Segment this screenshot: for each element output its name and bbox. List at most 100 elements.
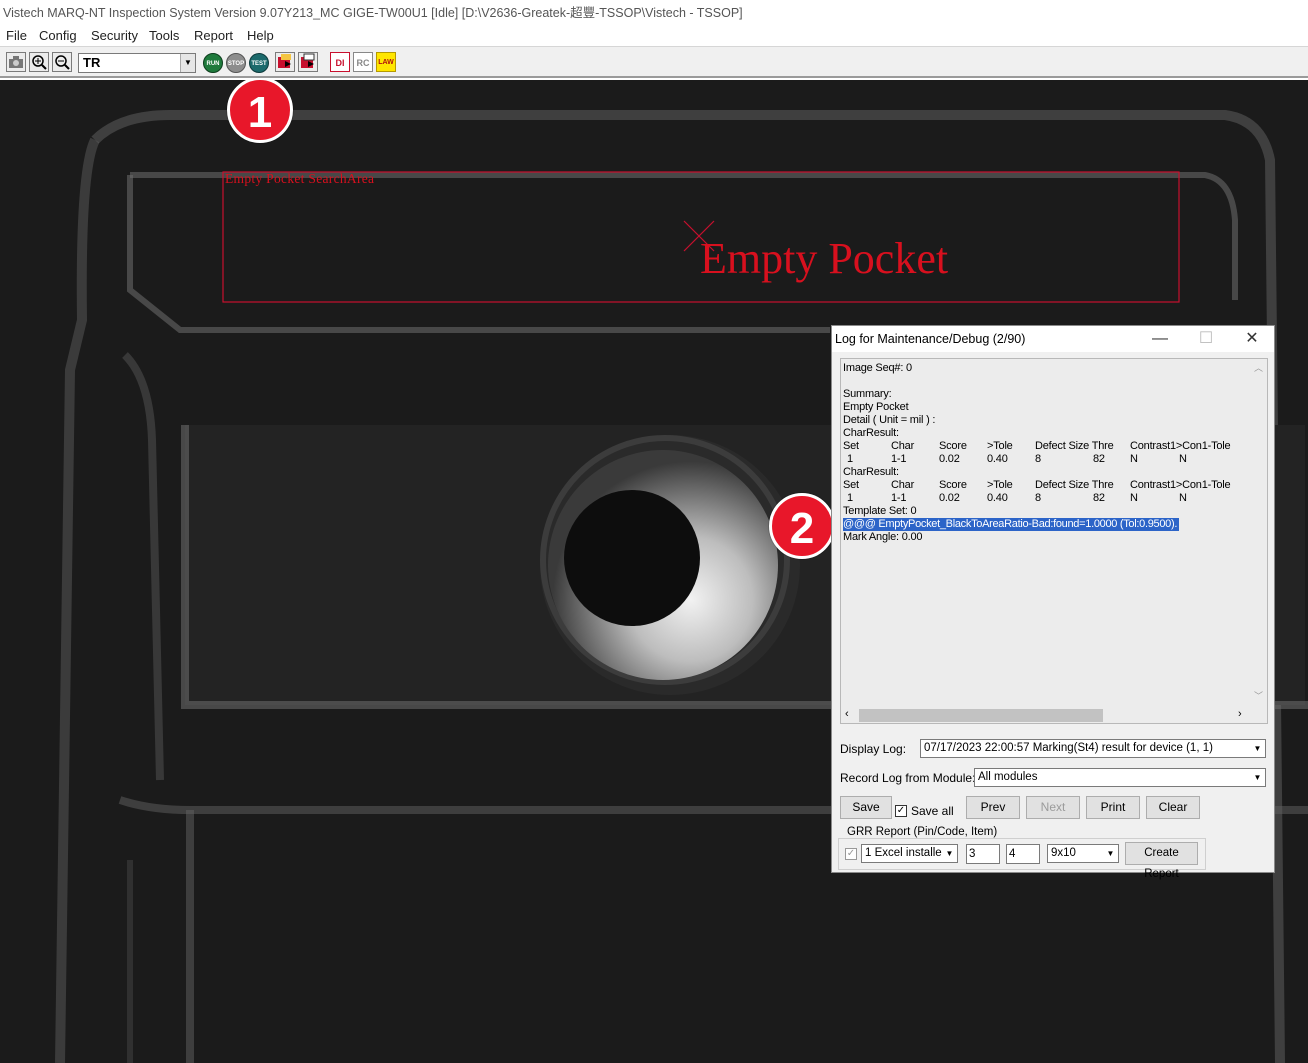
log-line-highlighted[interactable]: @@@ EmptyPocket_BlackToAreaRatio-Bad:fou… xyxy=(843,518,1180,531)
log-cell: 8 xyxy=(1035,492,1041,504)
grr-report-label: GRR Report (Pin/Code, Item) xyxy=(845,826,1000,838)
test-button[interactable]: TEST xyxy=(249,53,269,73)
scroll-up-icon[interactable]: ︿ xyxy=(1254,361,1263,374)
save-image-icon[interactable] xyxy=(298,52,318,72)
grr-size-value: 9x10 xyxy=(1051,847,1076,859)
menu-config[interactable]: Config xyxy=(39,28,77,43)
grr-size-select[interactable]: 9x10 ▼ xyxy=(1047,844,1119,863)
menu-file[interactable]: File xyxy=(6,28,27,43)
log-line-detail: Detail ( Unit = mil ) : xyxy=(843,414,936,426)
result-label: Empty Pocket xyxy=(700,234,949,283)
camera-icon[interactable] xyxy=(6,52,26,72)
law-button[interactable]: LAW xyxy=(376,52,396,72)
scroll-left-icon[interactable]: ‹ xyxy=(845,708,849,720)
grr-checkbox[interactable]: ✓ xyxy=(845,848,857,860)
stop-button[interactable]: STOP xyxy=(226,53,246,73)
vertical-scrollbar[interactable]: ︿ ﹀ xyxy=(1251,359,1267,707)
grr-item-input[interactable]: 4 xyxy=(1006,844,1040,864)
close-icon[interactable]: ✕ xyxy=(1230,326,1274,352)
next-button[interactable]: Next xyxy=(1026,796,1080,819)
log-cell: 0.02 xyxy=(939,453,960,465)
log-cell: 82 xyxy=(1093,453,1105,465)
log-header-char: Char xyxy=(891,440,915,452)
load-icon[interactable] xyxy=(275,52,295,72)
chevron-down-icon[interactable]: ▼ xyxy=(942,845,957,862)
maximize-icon[interactable]: ☐ xyxy=(1184,326,1228,352)
menu-help[interactable]: Help xyxy=(247,28,274,43)
log-cell: N xyxy=(1179,492,1187,504)
rc-button[interactable]: RC xyxy=(353,52,373,72)
print-button[interactable]: Print xyxy=(1086,796,1140,819)
create-report-button[interactable]: Create Report xyxy=(1125,842,1198,880)
log-header-defect: Defect Size Thre xyxy=(1035,440,1114,452)
station-select[interactable]: TR ▼ xyxy=(78,53,196,73)
log-header-defect: Defect Size Thre xyxy=(1035,479,1114,491)
log-cell: N xyxy=(1130,453,1138,465)
menu-security[interactable]: Security xyxy=(91,28,138,43)
app-title-bar: Vistech MARQ-NT Inspection System Versio… xyxy=(0,0,1308,26)
zoom-out-icon[interactable] xyxy=(52,52,72,72)
menu-tools[interactable]: Tools xyxy=(149,28,179,43)
log-line-empty-pocket: Empty Pocket xyxy=(843,401,909,413)
record-module-value: All modules xyxy=(978,771,1038,783)
chevron-down-icon[interactable]: ▼ xyxy=(1103,845,1118,862)
log-line-charresult: CharResult: xyxy=(843,427,899,439)
log-window-title: Log for Maintenance/Debug (2/90) xyxy=(835,332,1026,346)
log-header-score: Score xyxy=(939,440,967,452)
log-cell: 82 xyxy=(1093,492,1105,504)
display-log-value: 07/17/2023 22:00:57 Marking(St4) result … xyxy=(924,742,1213,754)
excel-select[interactable]: 1 Excel installed ▼ xyxy=(861,844,958,863)
log-cell: N xyxy=(1130,492,1138,504)
log-cell: 0.40 xyxy=(987,492,1008,504)
prev-button[interactable]: Prev xyxy=(966,796,1020,819)
log-line-mark-angle: Mark Angle: 0.00 xyxy=(843,531,923,543)
log-header-tole: >Tole xyxy=(987,440,1013,452)
menu-report[interactable]: Report xyxy=(194,28,233,43)
menu-bar: File Config Security Tools Report Help xyxy=(0,26,1308,46)
save-button[interactable]: Save xyxy=(840,796,892,819)
clear-button[interactable]: Clear xyxy=(1146,796,1200,819)
log-header-set: Set xyxy=(843,479,859,491)
chevron-down-icon[interactable]: ▼ xyxy=(180,54,195,72)
log-line-summary: Summary: xyxy=(843,388,892,400)
run-button[interactable]: RUN xyxy=(203,53,223,73)
log-window: Log for Maintenance/Debug (2/90) — ☐ ✕ I… xyxy=(831,325,1275,880)
grr-pin-input[interactable]: 3 xyxy=(966,844,1000,864)
record-module-label: Record Log from Module: xyxy=(840,771,976,785)
station-select-value: TR xyxy=(83,55,101,70)
scroll-down-icon[interactable]: ﹀ xyxy=(1254,689,1263,702)
chevron-down-icon[interactable]: ▼ xyxy=(1250,740,1265,757)
log-cell: 1 xyxy=(847,453,853,465)
minimize-icon[interactable]: — xyxy=(1138,326,1182,352)
log-line-charresult: CharResult: xyxy=(843,466,899,478)
app-title: Vistech MARQ-NT Inspection System Versio… xyxy=(3,6,743,20)
di-button[interactable]: DI xyxy=(330,52,350,72)
display-log-label: Display Log: xyxy=(840,742,907,756)
record-module-select[interactable]: All modules ▼ xyxy=(974,768,1266,787)
step-marker-1: 1 xyxy=(227,80,293,143)
excel-value: 1 Excel installed xyxy=(865,847,949,859)
search-area-label: Empty Pocket SearchArea xyxy=(225,171,375,186)
toolbar: TR ▼ RUN STOP TEST DI RC LAW xyxy=(0,46,1308,78)
horizontal-scroll-thumb[interactable] xyxy=(859,709,1103,722)
log-cell: 0.02 xyxy=(939,492,960,504)
log-cell: 8 xyxy=(1035,453,1041,465)
log-text-area[interactable]: Image Seq#: 0 Summary: Empty Pocket Deta… xyxy=(840,358,1268,724)
step-marker-2: 2 xyxy=(769,493,835,559)
log-header-contrast: Contrast1>Con1-Tole xyxy=(1130,440,1231,452)
display-log-select[interactable]: 07/17/2023 22:00:57 Marking(St4) result … xyxy=(920,739,1266,758)
zoom-in-icon[interactable] xyxy=(29,52,49,72)
chevron-down-icon[interactable]: ▼ xyxy=(1250,769,1265,786)
log-cell: N xyxy=(1179,453,1187,465)
scroll-right-icon[interactable]: › xyxy=(1238,708,1242,720)
log-header-contrast: Contrast1>Con1-Tole xyxy=(1130,479,1231,491)
save-all-label: Save all xyxy=(911,804,954,818)
horizontal-scrollbar[interactable]: ‹ › xyxy=(841,707,1251,723)
log-line-seq: Image Seq#: 0 xyxy=(843,362,912,374)
log-header-tole: >Tole xyxy=(987,479,1013,491)
log-cell: 1 xyxy=(847,492,853,504)
log-cell: 1-1 xyxy=(891,492,907,504)
save-all-checkbox[interactable]: ✓ xyxy=(895,805,907,817)
log-header-char: Char xyxy=(891,479,915,491)
log-cell: 0.40 xyxy=(987,453,1008,465)
